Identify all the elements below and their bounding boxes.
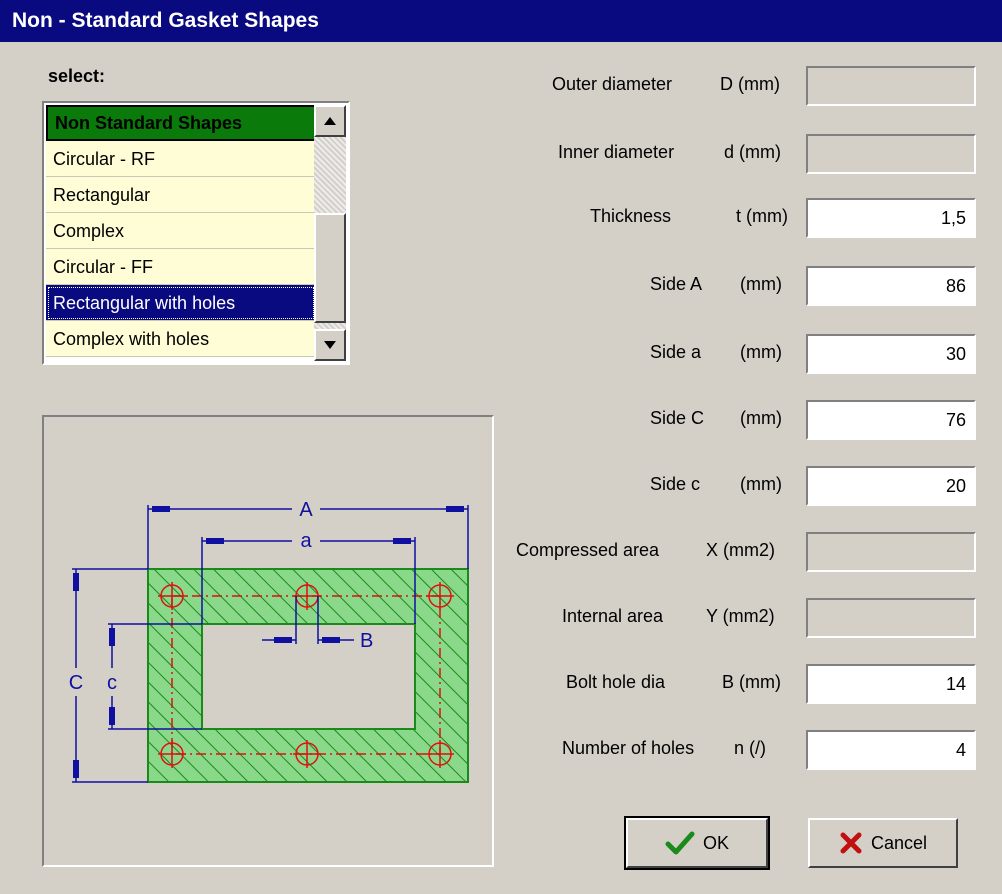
field-unit: Y (mm2) [706, 606, 775, 626]
field-label: Side a [650, 342, 702, 362]
arrow-down-icon [324, 341, 336, 349]
label-B: B [360, 630, 373, 652]
field-label: Outer diameter [552, 74, 673, 94]
list-items: Non Standard Shapes Circular - RF Rectan… [46, 105, 316, 357]
label-a: a [300, 530, 312, 552]
scroll-up-button[interactable] [314, 105, 346, 137]
field-row-inner-diameter: Inner diameter d (mm) [500, 132, 980, 174]
checkmark-icon [665, 831, 695, 855]
inner-diameter-input [806, 134, 976, 174]
field-unit: (mm) [740, 274, 782, 294]
select-label: select: [48, 66, 106, 86]
shape-diagram-frame: A a C c B [42, 415, 494, 867]
field-label: Number of holes [562, 738, 695, 758]
x-icon [840, 832, 862, 854]
shape-listbox[interactable]: Non Standard Shapes Circular - RF Rectan… [42, 101, 350, 365]
compressed-area-input [806, 532, 976, 572]
list-item-circular-ff[interactable]: Circular - FF [46, 249, 316, 285]
field-unit: (mm) [740, 342, 782, 362]
field-unit: (mm) [740, 474, 782, 494]
field-label: Compressed area [516, 540, 660, 560]
ok-button[interactable]: OK [624, 816, 770, 870]
field-row-thickness: Thickness t (mm) 1,5 [500, 196, 980, 238]
label-c: c [107, 672, 117, 694]
window-title: Non - Standard Gasket Shapes [0, 0, 1002, 42]
list-header: Non Standard Shapes [46, 105, 316, 141]
field-label: Side c [650, 474, 701, 494]
outer-diameter-input [806, 66, 976, 106]
list-item-complex-with-holes[interactable]: Complex with holes [46, 321, 316, 357]
label-C: C [69, 672, 83, 694]
field-label: Internal area [562, 606, 664, 626]
field-row-side-a: Side a (mm) 30 [500, 332, 980, 374]
field-unit: d (mm) [724, 142, 781, 162]
field-unit: n (/) [734, 738, 767, 758]
field-label: Thickness [590, 206, 672, 226]
field-row-internal-area: Internal area Y (mm2) [500, 596, 980, 638]
list-item-circular-rf[interactable]: Circular - RF [46, 141, 316, 177]
field-row-number-of-holes: Number of holes n (/) 4 [500, 728, 980, 770]
side-C-input[interactable]: 76 [806, 400, 976, 440]
gasket-diagram: A a C c B [69, 499, 469, 783]
list-scrollbar[interactable] [314, 105, 346, 361]
side-a-input[interactable]: 30 [806, 334, 976, 374]
field-label: Inner diameter [558, 142, 675, 162]
field-row-side-A: Side A (mm) 86 [500, 264, 980, 306]
gasket-opening [201, 623, 416, 730]
field-row-compressed-area: Compressed area X (mm2) [500, 530, 980, 572]
field-unit: (mm) [740, 408, 782, 428]
field-row-outer-diameter: Outer diameter D (mm) [500, 64, 980, 106]
arrow-up-icon [324, 117, 336, 125]
field-row-side-c: Side c (mm) 20 [500, 464, 980, 506]
thickness-input[interactable]: 1,5 [806, 198, 976, 238]
list-item-complex[interactable]: Complex [46, 213, 316, 249]
label-A: A [299, 499, 313, 521]
list-item-rectangular[interactable]: Rectangular [46, 177, 316, 213]
field-unit: X (mm2) [706, 540, 775, 560]
field-row-side-C: Side C (mm) 76 [500, 398, 980, 440]
field-row-bolt-hole-dia: Bolt hole dia B (mm) 14 [500, 662, 980, 704]
cancel-label: Cancel [870, 832, 928, 853]
list-item-rectangular-with-holes[interactable]: Rectangular with holes [46, 285, 316, 321]
internal-area-input [806, 598, 976, 638]
ok-label: OK [702, 832, 729, 853]
field-label: Side A [650, 274, 703, 294]
field-unit: D (mm) [720, 74, 780, 94]
field-unit: B (mm) [722, 672, 781, 692]
cancel-button[interactable]: Cancel [808, 818, 958, 868]
side-A-input[interactable]: 86 [806, 266, 976, 306]
bolt-hole-dia-input[interactable]: 14 [806, 664, 976, 704]
number-of-holes-input[interactable]: 4 [806, 730, 976, 770]
side-c-input[interactable]: 20 [806, 466, 976, 506]
field-label: Bolt hole dia [566, 672, 666, 692]
scroll-thumb[interactable] [314, 213, 346, 323]
field-label: Side C [650, 408, 705, 428]
scroll-down-button[interactable] [314, 329, 346, 361]
field-unit: t (mm) [736, 206, 788, 226]
